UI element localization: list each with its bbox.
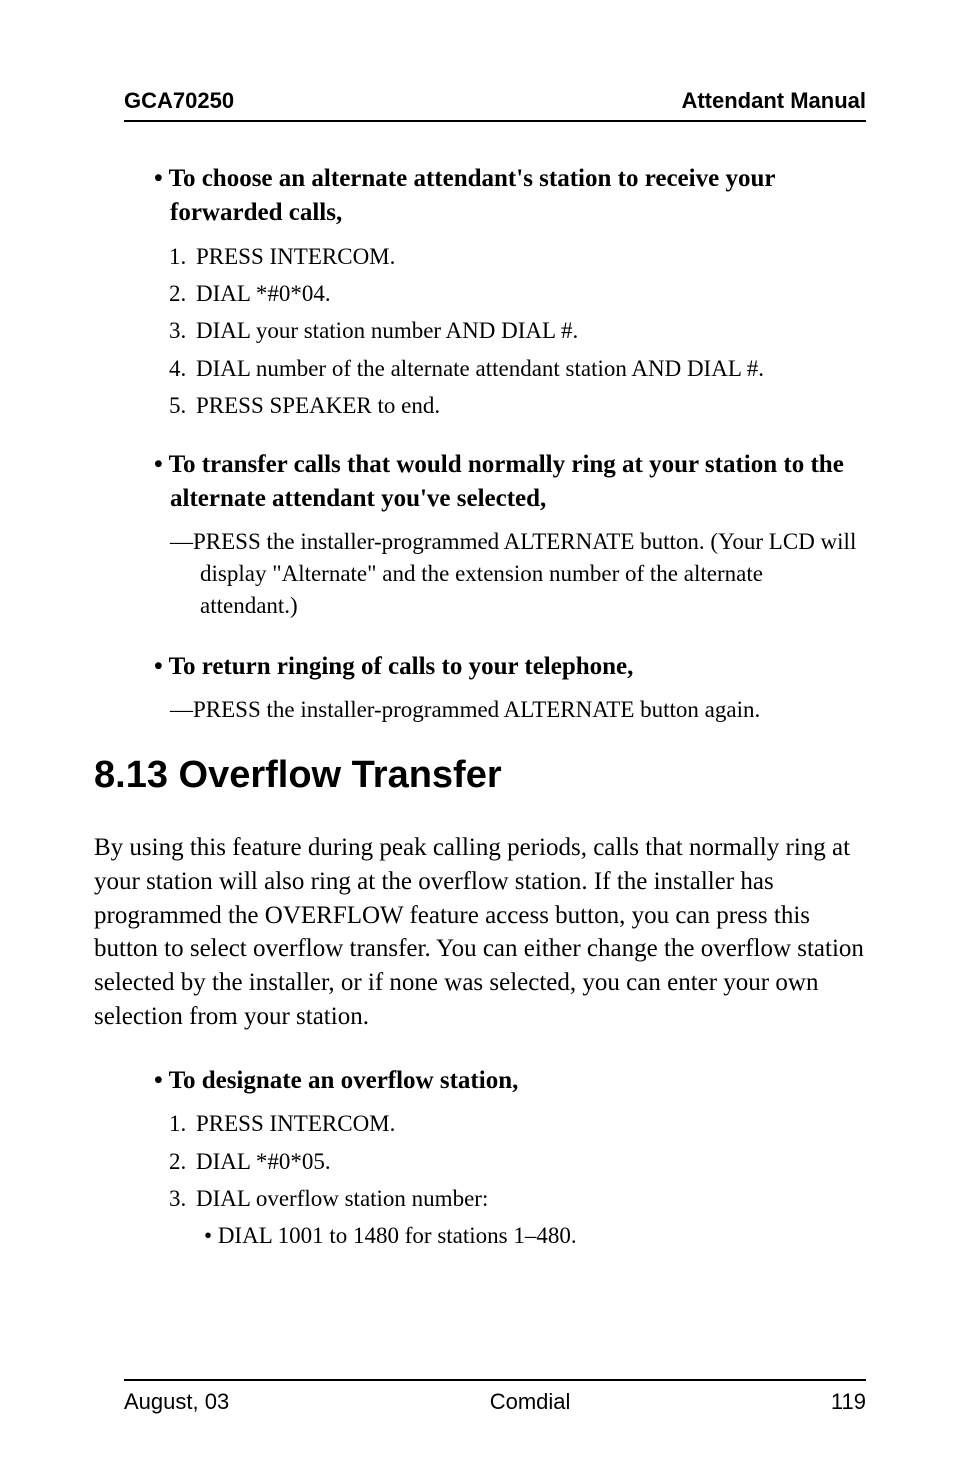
page-footer: August, 03 Comdial 119 bbox=[124, 1379, 866, 1415]
designate-overflow-heading: To designate an overflow station, bbox=[154, 1064, 866, 1098]
step-item: DIAL *#0*04. bbox=[192, 277, 866, 310]
return-ringing-heading: To return ringing of calls to your telep… bbox=[154, 650, 866, 684]
step-item: DIAL overflow station number: bbox=[192, 1182, 866, 1215]
footer-rule bbox=[124, 1379, 866, 1381]
page-header: GCA70250 Attendant Manual bbox=[124, 88, 866, 122]
transfer-calls-action: PRESS the installer-programmed ALTERNATE… bbox=[170, 526, 866, 623]
step-item: DIAL your station number AND DIAL #. bbox=[192, 314, 866, 347]
step-item: PRESS INTERCOM. bbox=[192, 1107, 866, 1140]
designate-overflow-steps: PRESS INTERCOM. DIAL *#0*05. DIAL overfl… bbox=[192, 1107, 866, 1215]
step-item: PRESS INTERCOM. bbox=[192, 240, 866, 273]
overflow-transfer-title: 8.13 Overflow Transfer bbox=[94, 754, 866, 797]
footer-left: August, 03 bbox=[124, 1389, 229, 1415]
choose-alternate-steps: PRESS INTERCOM. DIAL *#0*04. DIAL your s… bbox=[192, 240, 866, 423]
overflow-transfer-paragraph: By using this feature during peak callin… bbox=[94, 831, 866, 1034]
dial-range-sub-bullet: DIAL 1001 to 1480 for stations 1–480. bbox=[204, 1220, 866, 1252]
footer-right: 119 bbox=[831, 1389, 866, 1415]
page-content: To choose an alternate attendant's stati… bbox=[124, 162, 866, 1379]
header-right: Attendant Manual bbox=[681, 88, 866, 114]
header-left: GCA70250 bbox=[124, 88, 234, 114]
step-item: DIAL *#0*05. bbox=[192, 1145, 866, 1178]
footer-center: Comdial bbox=[490, 1389, 571, 1415]
transfer-calls-heading: To transfer calls that would normally ri… bbox=[154, 448, 866, 516]
step-item: DIAL number of the alternate attendant s… bbox=[192, 352, 866, 385]
return-ringing-action: PRESS the installer-programmed ALTERNATE… bbox=[170, 694, 866, 726]
choose-alternate-heading: To choose an alternate attendant's stati… bbox=[154, 162, 866, 230]
step-item: PRESS SPEAKER to end. bbox=[192, 389, 866, 422]
